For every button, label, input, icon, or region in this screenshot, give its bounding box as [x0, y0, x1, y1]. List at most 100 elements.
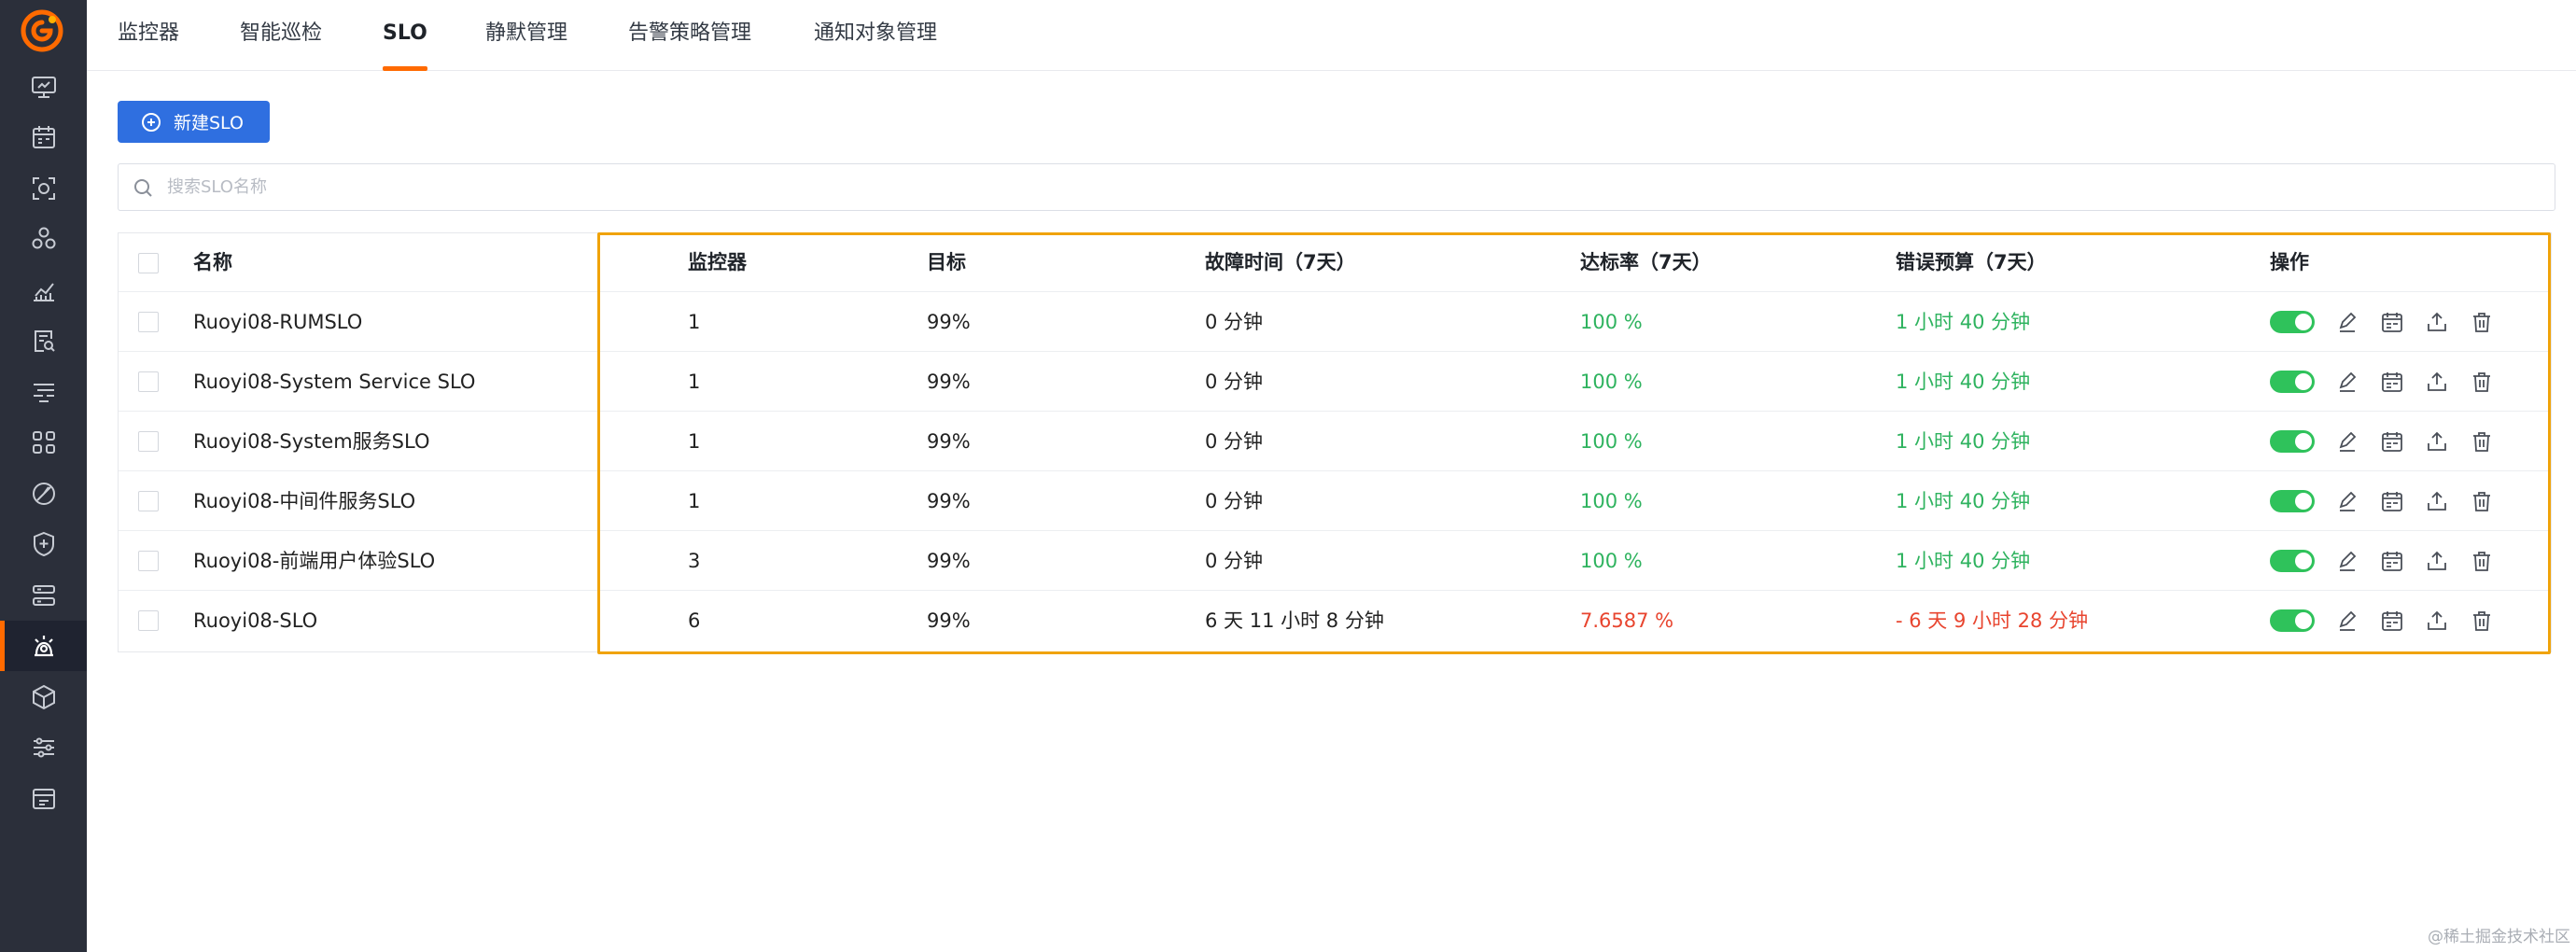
schedule-button[interactable] — [2380, 549, 2404, 573]
compliance-rate: 100 % — [1580, 311, 1643, 333]
scan-icon — [32, 177, 55, 200]
tab-monitor[interactable]: 监控器 — [118, 0, 179, 71]
new-slo-button[interactable]: 新建SLO — [118, 101, 270, 143]
row-checkbox[interactable] — [138, 371, 159, 392]
table-row: Ruoyi08-前端用户体验SLO 3 99% 0 分钟 100 % 1 小时 … — [119, 531, 2551, 591]
enable-toggle[interactable] — [2270, 550, 2315, 572]
row-actions — [2270, 471, 2514, 531]
inbox-icon — [32, 789, 55, 809]
nav-monitor-screen[interactable] — [0, 62, 87, 112]
export-button[interactable] — [2425, 489, 2449, 513]
monitoring-alarm-icon — [34, 636, 53, 657]
monitor-count: 1 — [688, 430, 701, 453]
nav-cluster[interactable] — [0, 214, 87, 264]
nav-gauge[interactable] — [0, 469, 87, 519]
export-button[interactable] — [2425, 429, 2449, 454]
nav-metrics[interactable] — [0, 265, 87, 315]
delete-button[interactable] — [2470, 370, 2494, 394]
tab-alert-strategy[interactable]: 告警策略管理 — [628, 0, 751, 71]
export-button[interactable] — [2425, 310, 2449, 334]
downtime: 0 分钟 — [1205, 311, 1264, 333]
row-checkbox[interactable] — [138, 312, 159, 332]
nav-sliders[interactable] — [0, 722, 87, 773]
schedule-button[interactable] — [2380, 370, 2404, 394]
nav-server[interactable] — [0, 570, 87, 621]
nav-calendar[interactable] — [0, 112, 87, 162]
tab-notify-targets[interactable]: 通知对象管理 — [814, 0, 937, 71]
calendar-icon — [2382, 552, 2402, 571]
trash-icon — [2473, 372, 2490, 392]
column-header-actions: 操作 — [2270, 251, 2309, 273]
tab-smart-inspection[interactable]: 智能巡检 — [240, 0, 322, 71]
slo-name[interactable]: Ruoyi08-前端用户体验SLO — [193, 531, 435, 591]
edit-pencil-icon — [2339, 431, 2357, 452]
search-input[interactable] — [167, 177, 2407, 197]
schedule-button[interactable] — [2380, 310, 2404, 334]
export-button[interactable] — [2425, 370, 2449, 394]
tab-slo[interactable]: SLO — [383, 0, 427, 71]
enable-toggle[interactable] — [2270, 490, 2315, 512]
enable-toggle[interactable] — [2270, 311, 2315, 333]
edit-pencil-icon — [2339, 610, 2357, 631]
slo-name[interactable]: Ruoyi08-System服务SLO — [193, 412, 430, 471]
table-row: Ruoyi08-SLO 6 99% 6 天 11 小时 8 分钟 7.6587 … — [119, 591, 2551, 651]
enable-toggle[interactable] — [2270, 430, 2315, 453]
guance-logo-icon[interactable] — [21, 9, 63, 52]
calendar-icon — [2382, 372, 2402, 392]
cluster-icon — [32, 227, 55, 249]
nav-scan[interactable] — [0, 163, 87, 214]
slo-name[interactable]: Ruoyi08-RUMSLO — [193, 292, 362, 352]
delete-button[interactable] — [2470, 429, 2494, 454]
select-all-checkbox[interactable] — [138, 253, 159, 273]
delete-button[interactable] — [2470, 310, 2494, 334]
gauge-icon — [32, 483, 55, 505]
nav-apps[interactable] — [0, 417, 87, 468]
schedule-button[interactable] — [2380, 429, 2404, 454]
export-button[interactable] — [2425, 609, 2449, 633]
nav-cube[interactable] — [0, 672, 87, 722]
calendar-icon — [2382, 611, 2402, 631]
downtime: 0 分钟 — [1205, 490, 1264, 512]
edit-button[interactable] — [2335, 489, 2359, 513]
row-actions — [2270, 591, 2514, 651]
compliance-rate: 7.6587 % — [1580, 609, 1674, 632]
nav-log-search[interactable] — [0, 315, 87, 366]
schedule-button[interactable] — [2380, 609, 2404, 633]
row-checkbox[interactable] — [138, 551, 159, 571]
server-icon — [32, 585, 55, 606]
column-header-name: 名称 — [193, 251, 232, 273]
sliders-icon — [33, 737, 54, 758]
slo-target: 99% — [927, 609, 971, 632]
row-checkbox[interactable] — [138, 491, 159, 511]
new-slo-label: 新建SLO — [174, 113, 244, 133]
slo-name[interactable]: Ruoyi08-中间件服务SLO — [193, 471, 415, 531]
plus-circle-icon — [142, 112, 161, 132]
slo-name[interactable]: Ruoyi08-System Service SLO — [193, 352, 475, 412]
search-box[interactable] — [118, 163, 2555, 211]
export-upload-icon — [2428, 371, 2446, 391]
nav-monitoring[interactable] — [0, 621, 87, 671]
row-checkbox[interactable] — [138, 431, 159, 452]
table-row: Ruoyi08-RUMSLO 1 99% 0 分钟 100 % 1 小时 40 … — [119, 292, 2551, 352]
nav-filter[interactable] — [0, 367, 87, 417]
delete-button[interactable] — [2470, 609, 2494, 633]
edit-button[interactable] — [2335, 609, 2359, 633]
delete-button[interactable] — [2470, 489, 2494, 513]
nav-security[interactable] — [0, 519, 87, 569]
slo-name[interactable]: Ruoyi08-SLO — [193, 591, 317, 651]
edit-pencil-icon — [2339, 371, 2357, 392]
edit-button[interactable] — [2335, 310, 2359, 334]
export-button[interactable] — [2425, 549, 2449, 573]
enable-toggle[interactable] — [2270, 609, 2315, 632]
edit-button[interactable] — [2335, 370, 2359, 394]
edit-button[interactable] — [2335, 549, 2359, 573]
delete-button[interactable] — [2470, 549, 2494, 573]
export-upload-icon — [2428, 312, 2446, 331]
schedule-button[interactable] — [2380, 489, 2404, 513]
row-checkbox[interactable] — [138, 610, 159, 631]
enable-toggle[interactable] — [2270, 371, 2315, 393]
table-row: Ruoyi08-System Service SLO 1 99% 0 分钟 10… — [119, 352, 2551, 412]
nav-inbox[interactable] — [0, 774, 87, 824]
edit-button[interactable] — [2335, 429, 2359, 454]
tab-mute-management[interactable]: 静默管理 — [485, 0, 567, 71]
